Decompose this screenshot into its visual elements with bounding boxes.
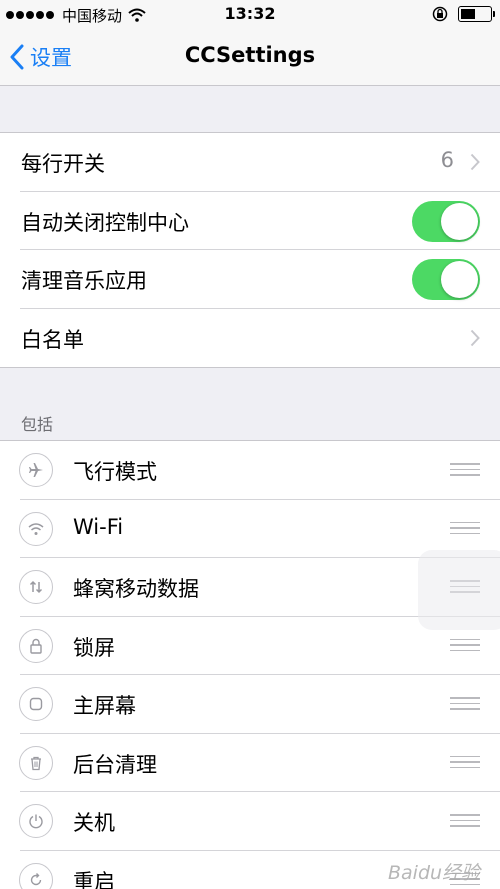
status-bar: 中国移动 13:32 bbox=[0, 0, 500, 30]
item-label: 主屏幕 bbox=[73, 694, 136, 718]
power-icon bbox=[19, 804, 53, 838]
row-label: 每行开关 bbox=[21, 152, 105, 176]
reorder-grip-icon[interactable] bbox=[450, 814, 480, 831]
row-label: 白名单 bbox=[21, 327, 84, 352]
chevron-right-icon bbox=[470, 329, 480, 346]
airplane-icon bbox=[19, 453, 53, 487]
battery-icon bbox=[458, 6, 495, 22]
page-title: CCSettings bbox=[184, 43, 316, 67]
lock-icon bbox=[19, 628, 53, 663]
reorder-grip-icon[interactable] bbox=[450, 638, 480, 656]
chevron-right-icon bbox=[470, 153, 480, 171]
row-label: 自动关闭控制中心 bbox=[21, 210, 189, 235]
reorder-grip-icon[interactable] bbox=[450, 697, 480, 714]
list-item[interactable]: 后台清理 bbox=[0, 734, 500, 792]
watermark: Baidu经验 bbox=[388, 862, 481, 884]
row-value: 6 bbox=[440, 148, 454, 172]
list-item[interactable]: 飞行模式 bbox=[0, 441, 500, 500]
row-per-line-switches[interactable]: 每行开关 6 bbox=[0, 133, 500, 192]
item-label: Wi-Fi bbox=[73, 514, 124, 539]
navigation-bar: 设置 CCSettings bbox=[0, 30, 500, 86]
auto-close-toggle[interactable] bbox=[412, 200, 480, 242]
section-header-include: 包括 bbox=[21, 415, 54, 434]
reorder-grip-icon[interactable] bbox=[450, 755, 480, 773]
item-label: 重启 bbox=[73, 869, 115, 889]
restart-icon bbox=[19, 862, 53, 889]
item-label: 后台清理 bbox=[73, 752, 157, 777]
trash-icon bbox=[19, 745, 53, 780]
reorder-grip-icon[interactable] bbox=[450, 521, 480, 539]
item-label: 飞行模式 bbox=[73, 460, 157, 484]
clean-music-toggle[interactable] bbox=[412, 259, 480, 300]
item-label: 锁屏 bbox=[73, 635, 115, 660]
drag-highlight bbox=[418, 550, 500, 630]
settings-group: 每行开关 6 自动关闭控制中心 清理音乐应用 白名单 bbox=[0, 132, 500, 368]
row-label: 清理音乐应用 bbox=[21, 269, 147, 293]
list-item[interactable]: 关机 bbox=[0, 792, 500, 851]
status-time: 13:32 bbox=[224, 4, 276, 23]
list-item[interactable]: Wi-Fi bbox=[0, 500, 500, 558]
list-item[interactable]: 主屏幕 bbox=[0, 675, 500, 734]
row-whitelist[interactable]: 白名单 bbox=[0, 309, 500, 368]
home-screen-icon bbox=[19, 687, 53, 721]
rotation-lock-icon bbox=[432, 6, 448, 22]
wifi-icon bbox=[19, 511, 53, 546]
row-clean-music-app: 清理音乐应用 bbox=[0, 250, 500, 309]
row-auto-close-control-center: 自动关闭控制中心 bbox=[0, 192, 500, 250]
item-label: 关机 bbox=[73, 811, 115, 835]
item-label: 蜂窝移动数据 bbox=[73, 577, 199, 601]
cellular-data-icon bbox=[19, 570, 53, 604]
include-group: 飞行模式 Wi-Fi 蜂窝移动数据 锁屏 主屏幕 后台清理 关机 重启 bbox=[0, 440, 500, 889]
reorder-grip-icon[interactable] bbox=[450, 463, 480, 480]
